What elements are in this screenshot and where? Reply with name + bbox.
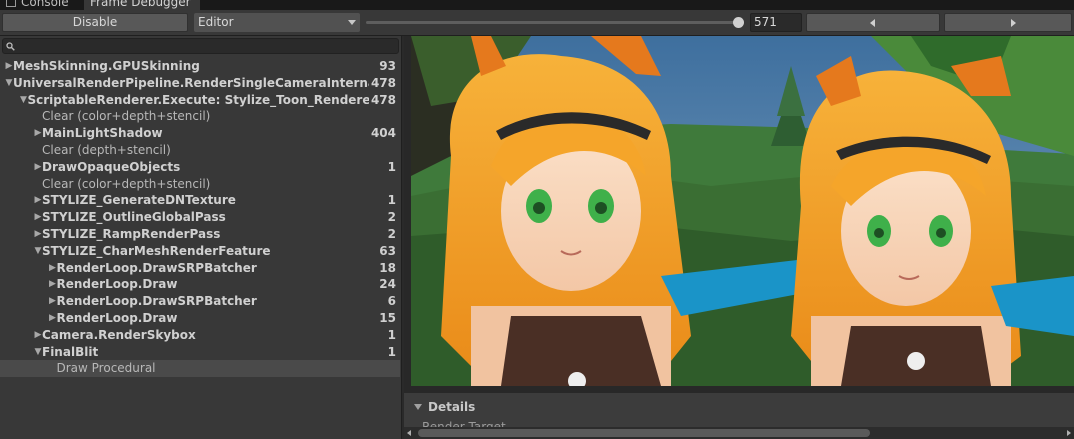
tree-row[interactable]: ▶ DrawOpaqueObjects 1: [0, 159, 400, 176]
search-input[interactable]: [2, 38, 399, 54]
tree-row-label: RenderLoop.DrawSRPBatcher: [56, 294, 257, 309]
tree-row[interactable]: ▶ RenderLoop.DrawSRPBatcher 6: [0, 293, 400, 310]
arrow-left-icon: [870, 19, 875, 27]
scrollbar-thumb[interactable]: [418, 429, 870, 437]
tree-row-label: Clear (color+depth+stencil): [42, 109, 211, 124]
horizontal-scrollbar[interactable]: [404, 427, 1074, 439]
window-tab-strip: Console Frame Debugger: [0, 0, 1074, 10]
tree-row[interactable]: ▶ RenderLoop.Draw 24: [0, 276, 400, 293]
tree-row[interactable]: ▶ STYLIZE_RampRenderPass 2: [0, 226, 400, 243]
tab-console[interactable]: Console: [0, 0, 80, 10]
tree-row-count: 404: [370, 126, 396, 141]
target-dropdown-value: Editor: [198, 15, 234, 29]
game-view-render-preview: [411, 36, 1074, 386]
tree-row[interactable]: Draw Procedural: [0, 360, 400, 378]
tree-row[interactable]: ▶ STYLIZE_OutlineGlobalPass 2: [0, 209, 400, 226]
console-icon: [6, 0, 16, 7]
tree-row-count: 2: [387, 210, 396, 225]
render-preview-image: [411, 36, 1074, 386]
tree-row-count: 2: [387, 226, 396, 241]
frame-debugger-toolbar: Disable Editor 571: [0, 10, 1074, 36]
tree-row-label: Camera.RenderSkybox: [42, 327, 196, 342]
tree-row-count: 15: [379, 310, 396, 325]
event-tree-panel: ▶ MeshSkinning.GPUSkinning 93 ▼ UniversalRen…: [0, 36, 402, 439]
event-tree: ▶ MeshSkinning.GPUSkinning 93 ▼ UniversalRen…: [0, 58, 400, 378]
tree-row-count: 478: [370, 75, 396, 90]
tree-row[interactable]: Clear (depth+stencil): [0, 142, 400, 159]
tree-row[interactable]: ▼ FinalBlit 1: [0, 344, 400, 361]
tree-row[interactable]: ▶ MeshSkinning.GPUSkinning 93: [0, 58, 400, 75]
tree-row[interactable]: Clear (color+depth+stencil): [0, 176, 400, 193]
tree-row-count: 6: [387, 294, 396, 309]
tree-row[interactable]: ▶ MainLightShadow 404: [0, 125, 400, 142]
tree-row-label: RenderLoop.DrawSRPBatcher: [56, 260, 257, 275]
slider-track: [366, 21, 744, 24]
arrow-right-icon: [1011, 19, 1016, 27]
tree-row[interactable]: ▼ STYLIZE_CharMeshRenderFeature 63: [0, 243, 400, 260]
tree-row[interactable]: ▶ RenderLoop.Draw 15: [0, 310, 400, 327]
slider-thumb[interactable]: [733, 17, 744, 28]
tree-row-label: MeshSkinning.GPUSkinning: [13, 59, 200, 73]
tree-row-count: 1: [387, 159, 396, 174]
target-dropdown[interactable]: Editor: [194, 13, 360, 32]
tree-row[interactable]: Clear (color+depth+stencil): [0, 108, 400, 125]
details-foldout[interactable]: Details: [408, 397, 475, 417]
details-first-line: Render Target: [422, 420, 506, 427]
tree-row[interactable]: ▶ RenderLoop.DrawSRPBatcher 18: [0, 260, 400, 277]
tree-row-count: 24: [379, 277, 396, 292]
tree-row-count: 1: [387, 344, 396, 359]
tree-row-label: MainLightShadow: [42, 126, 163, 141]
tree-row-count: 93: [379, 59, 396, 73]
chevron-down-icon: [348, 20, 356, 25]
tree-row-label: Clear (depth+stencil): [42, 142, 171, 157]
tree-row-label: STYLIZE_GenerateDNTexture: [42, 193, 236, 208]
tree-row-count: 1: [387, 327, 396, 342]
previous-event-button[interactable]: [806, 13, 940, 32]
tree-row-count: 63: [379, 243, 396, 258]
tree-row-label: STYLIZE_OutlineGlobalPass: [42, 210, 226, 225]
event-index-field[interactable]: 571: [750, 13, 802, 32]
tree-row-label: STYLIZE_CharMeshRenderFeature: [42, 243, 271, 258]
event-slider[interactable]: [366, 13, 744, 32]
tree-row-label: RenderLoop.Draw: [56, 310, 178, 325]
next-event-button[interactable]: [944, 13, 1072, 32]
scroll-right-icon: [1067, 430, 1071, 436]
panel-splitter[interactable]: [402, 36, 404, 439]
tree-row[interactable]: ▼ UniversalRenderPipeline.RenderSingleCam…: [0, 75, 400, 92]
tree-row-count: 478: [370, 92, 396, 107]
search-icon: [6, 42, 15, 51]
tree-row-count: 18: [379, 260, 396, 275]
tab-frame-debugger-label: Frame Debugger: [90, 0, 191, 9]
tree-row-label: FinalBlit: [42, 344, 99, 359]
disable-button[interactable]: Disable: [2, 13, 188, 32]
tree-row-label: Draw Procedural: [56, 361, 156, 376]
tree-row-label: DrawOpaqueObjects: [42, 159, 181, 174]
tree-row-label: Clear (color+depth+stencil): [42, 176, 211, 191]
tab-frame-debugger[interactable]: Frame Debugger: [84, 0, 200, 10]
tree-row-label: STYLIZE_RampRenderPass: [42, 226, 221, 241]
scroll-left-icon: [407, 430, 411, 436]
tree-row-label: ScriptableRenderer.Execute: Stylize_Toon…: [27, 92, 370, 107]
tree-row[interactable]: ▶ Camera.RenderSkybox 1: [0, 327, 400, 344]
tree-row[interactable]: ▼ ScriptableRenderer.Execute: Stylize_Too…: [0, 92, 400, 109]
tab-console-label: Console: [21, 0, 69, 9]
details-header: Details: [428, 400, 476, 414]
tree-row-label: UniversalRenderPipeline.RenderSingleCame…: [13, 75, 369, 90]
foldout-arrow-icon: [414, 404, 422, 410]
tree-row-label: RenderLoop.Draw: [56, 277, 178, 292]
tree-row-count: 1: [387, 193, 396, 208]
tree-row[interactable]: ▶ STYLIZE_GenerateDNTexture 1: [0, 192, 400, 209]
